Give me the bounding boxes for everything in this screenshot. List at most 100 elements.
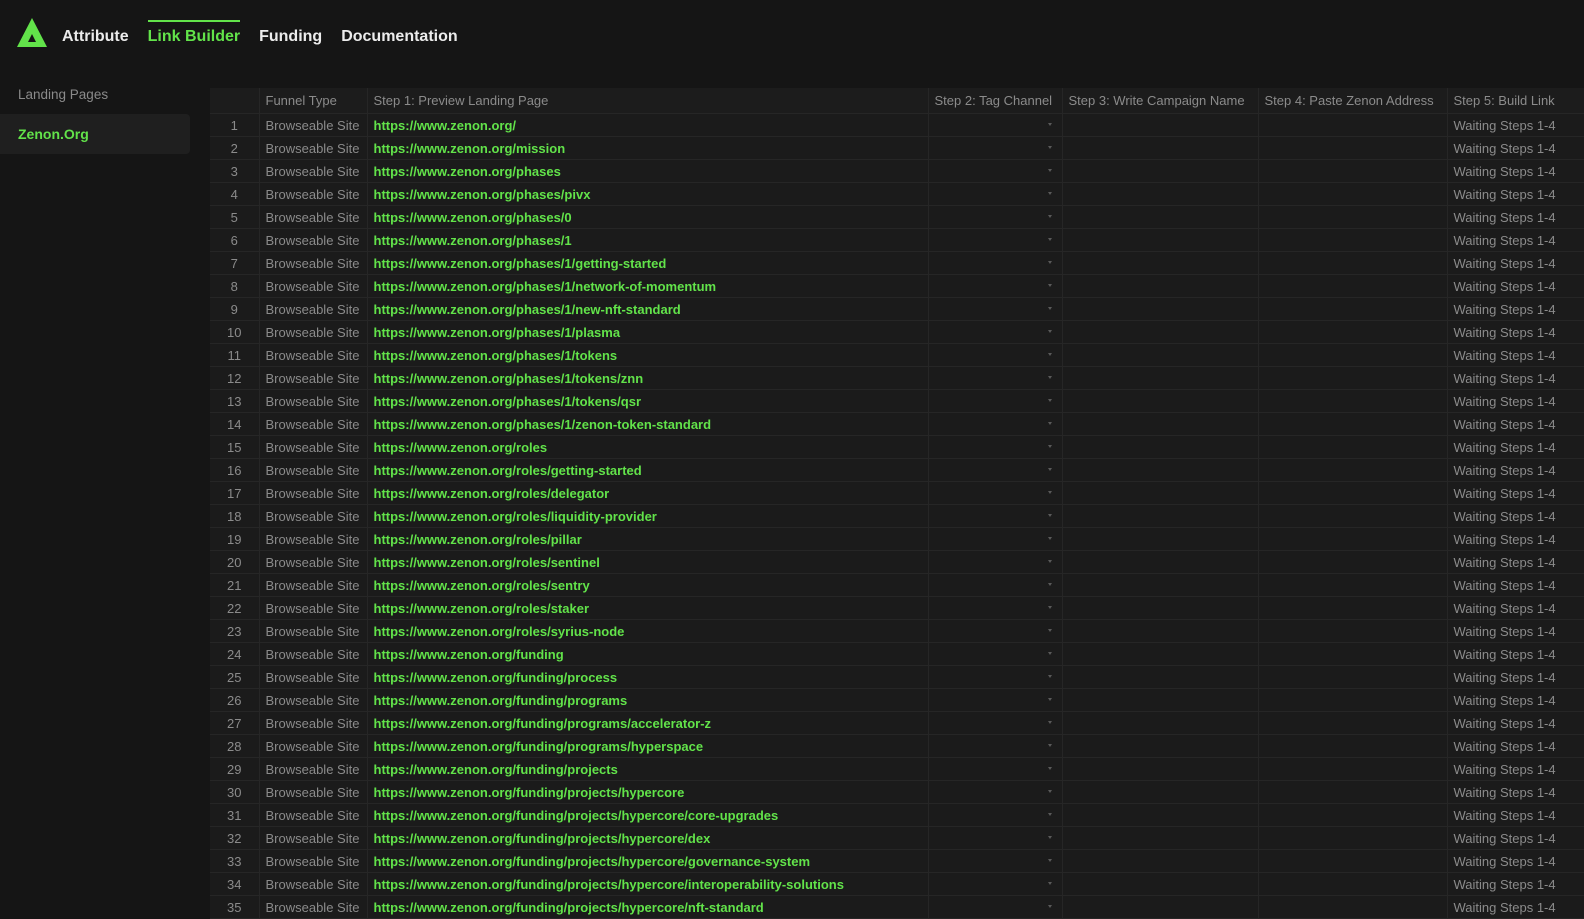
landing-page-link[interactable]: https://www.zenon.org/phases/1/tokens/qs…	[374, 394, 642, 409]
landing-page-link[interactable]: https://www.zenon.org/funding/projects/h…	[374, 785, 685, 800]
campaign-name-input[interactable]	[1062, 826, 1259, 850]
zenon-address-input[interactable]	[1258, 136, 1448, 160]
campaign-name-input[interactable]	[1062, 136, 1259, 160]
zenon-address-input[interactable]	[1258, 435, 1448, 459]
landing-page-link[interactable]: https://www.zenon.org/funding/projects/h…	[374, 854, 811, 869]
tag-channel-select[interactable]	[928, 182, 1063, 206]
zenon-address-input[interactable]	[1258, 113, 1448, 137]
campaign-name-input[interactable]	[1062, 205, 1259, 229]
tag-channel-select[interactable]	[928, 550, 1063, 574]
landing-page-link[interactable]: https://www.zenon.org/phases/pivx	[374, 187, 591, 202]
tag-channel-select[interactable]	[928, 228, 1063, 252]
zenon-address-input[interactable]	[1258, 320, 1448, 344]
tag-channel-select[interactable]	[928, 435, 1063, 459]
zenon-address-input[interactable]	[1258, 780, 1448, 804]
campaign-name-input[interactable]	[1062, 343, 1259, 367]
tag-channel-select[interactable]	[928, 366, 1063, 390]
tag-channel-select[interactable]	[928, 412, 1063, 436]
campaign-name-input[interactable]	[1062, 412, 1259, 436]
landing-page-link[interactable]: https://www.zenon.org/funding/programs	[374, 693, 628, 708]
logo-icon[interactable]	[16, 17, 48, 49]
landing-page-link[interactable]: https://www.zenon.org/roles/liquidity-pr…	[374, 509, 657, 524]
zenon-address-input[interactable]	[1258, 872, 1448, 896]
campaign-name-input[interactable]	[1062, 113, 1259, 137]
campaign-name-input[interactable]	[1062, 734, 1259, 758]
tag-channel-select[interactable]	[928, 734, 1063, 758]
campaign-name-input[interactable]	[1062, 458, 1259, 482]
landing-page-link[interactable]: https://www.zenon.org/mission	[374, 141, 566, 156]
zenon-address-input[interactable]	[1258, 297, 1448, 321]
campaign-name-input[interactable]	[1062, 642, 1259, 666]
zenon-address-input[interactable]	[1258, 895, 1448, 919]
landing-page-link[interactable]: https://www.zenon.org/roles/delegator	[374, 486, 610, 501]
landing-page-link[interactable]: https://www.zenon.org/phases/1/plasma	[374, 325, 621, 340]
zenon-address-input[interactable]	[1258, 711, 1448, 735]
tag-channel-select[interactable]	[928, 757, 1063, 781]
tag-channel-select[interactable]	[928, 274, 1063, 298]
landing-page-link[interactable]: https://www.zenon.org/phases/1/network-o…	[374, 279, 717, 294]
landing-page-link[interactable]: https://www.zenon.org/roles/sentinel	[374, 555, 600, 570]
campaign-name-input[interactable]	[1062, 872, 1259, 896]
zenon-address-input[interactable]	[1258, 458, 1448, 482]
campaign-name-input[interactable]	[1062, 803, 1259, 827]
tag-channel-select[interactable]	[928, 573, 1063, 597]
landing-page-link[interactable]: https://www.zenon.org/funding/projects	[374, 762, 618, 777]
tag-channel-select[interactable]	[928, 113, 1063, 137]
campaign-name-input[interactable]	[1062, 320, 1259, 344]
campaign-name-input[interactable]	[1062, 757, 1259, 781]
zenon-address-input[interactable]	[1258, 688, 1448, 712]
zenon-address-input[interactable]	[1258, 573, 1448, 597]
nav-item-link-builder[interactable]: Link Builder	[147, 20, 241, 50]
nav-item-funding[interactable]: Funding	[259, 20, 322, 50]
nav-item-documentation[interactable]: Documentation	[341, 20, 457, 50]
zenon-address-input[interactable]	[1258, 665, 1448, 689]
tag-channel-select[interactable]	[928, 665, 1063, 689]
zenon-address-input[interactable]	[1258, 527, 1448, 551]
zenon-address-input[interactable]	[1258, 642, 1448, 666]
campaign-name-input[interactable]	[1062, 366, 1259, 390]
tag-channel-select[interactable]	[928, 251, 1063, 275]
landing-page-link[interactable]: https://www.zenon.org/funding/process	[374, 670, 618, 685]
tag-channel-select[interactable]	[928, 458, 1063, 482]
zenon-address-input[interactable]	[1258, 803, 1448, 827]
tag-channel-select[interactable]	[928, 849, 1063, 873]
zenon-address-input[interactable]	[1258, 826, 1448, 850]
landing-page-link[interactable]: https://www.zenon.org/phases/1/tokens/zn…	[374, 371, 644, 386]
landing-page-link[interactable]: https://www.zenon.org/phases	[374, 164, 561, 179]
zenon-address-input[interactable]	[1258, 274, 1448, 298]
zenon-address-input[interactable]	[1258, 596, 1448, 620]
campaign-name-input[interactable]	[1062, 711, 1259, 735]
campaign-name-input[interactable]	[1062, 504, 1259, 528]
tag-channel-select[interactable]	[928, 872, 1063, 896]
campaign-name-input[interactable]	[1062, 895, 1259, 919]
zenon-address-input[interactable]	[1258, 389, 1448, 413]
tag-channel-select[interactable]	[928, 688, 1063, 712]
tag-channel-select[interactable]	[928, 159, 1063, 183]
campaign-name-input[interactable]	[1062, 182, 1259, 206]
campaign-name-input[interactable]	[1062, 274, 1259, 298]
landing-page-link[interactable]: https://www.zenon.org/funding/projects/h…	[374, 900, 764, 915]
tag-channel-select[interactable]	[928, 136, 1063, 160]
zenon-address-input[interactable]	[1258, 182, 1448, 206]
zenon-address-input[interactable]	[1258, 504, 1448, 528]
landing-page-link[interactable]: https://www.zenon.org/roles/pillar	[374, 532, 582, 547]
campaign-name-input[interactable]	[1062, 573, 1259, 597]
campaign-name-input[interactable]	[1062, 619, 1259, 643]
zenon-address-input[interactable]	[1258, 159, 1448, 183]
campaign-name-input[interactable]	[1062, 550, 1259, 574]
campaign-name-input[interactable]	[1062, 297, 1259, 321]
campaign-name-input[interactable]	[1062, 780, 1259, 804]
tag-channel-select[interactable]	[928, 527, 1063, 551]
campaign-name-input[interactable]	[1062, 228, 1259, 252]
tag-channel-select[interactable]	[928, 780, 1063, 804]
landing-page-link[interactable]: https://www.zenon.org/phases/1/new-nft-s…	[374, 302, 681, 317]
zenon-address-input[interactable]	[1258, 481, 1448, 505]
landing-page-link[interactable]: https://www.zenon.org/funding/projects/h…	[374, 831, 711, 846]
tag-channel-select[interactable]	[928, 619, 1063, 643]
campaign-name-input[interactable]	[1062, 481, 1259, 505]
sidebar-item-zenon-org[interactable]: Zenon.Org	[0, 114, 190, 154]
zenon-address-input[interactable]	[1258, 251, 1448, 275]
campaign-name-input[interactable]	[1062, 849, 1259, 873]
tag-channel-select[interactable]	[928, 826, 1063, 850]
tag-channel-select[interactable]	[928, 895, 1063, 919]
